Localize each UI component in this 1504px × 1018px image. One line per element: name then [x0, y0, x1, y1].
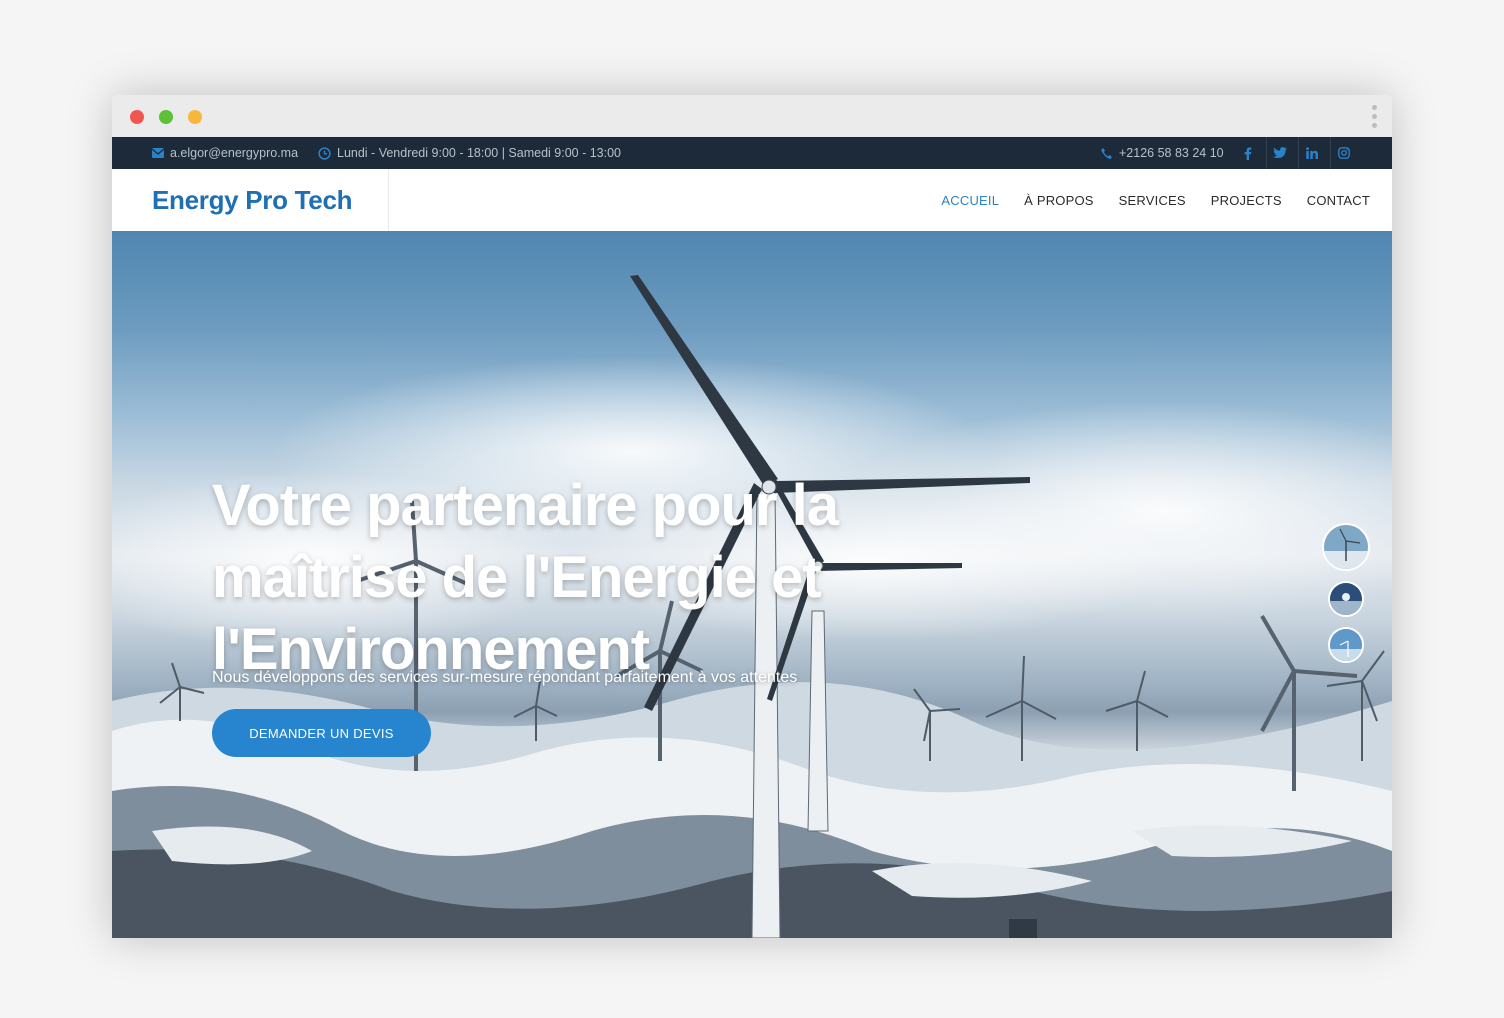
nav-item-projects[interactable]: PROJECTS	[1211, 193, 1282, 208]
brand-divider	[388, 169, 389, 231]
facebook-icon[interactable]	[1235, 137, 1266, 169]
browser-window: a.elgor@energypro.ma Lundi - Vendredi 9:…	[112, 95, 1392, 938]
kebab-menu-icon[interactable]	[1372, 105, 1378, 132]
hero-section: Votre partenaire pour la maîtrise de l'E…	[112, 231, 1392, 938]
twitter-icon[interactable]	[1266, 137, 1298, 169]
email-text: a.elgor@energypro.ma	[170, 146, 299, 160]
social-links	[1235, 137, 1362, 169]
envelope-icon	[152, 148, 164, 158]
request-quote-button[interactable]: DEMANDER UN DEVIS	[212, 709, 431, 757]
slide-thumbnail-3[interactable]	[1328, 627, 1364, 663]
brand-logo[interactable]: Energy Pro Tech	[152, 169, 352, 231]
hours-text: Lundi - Vendredi 9:00 - 18:00 | Samedi 9…	[337, 146, 621, 160]
nav-item-accueil[interactable]: ACCUEIL	[941, 193, 999, 208]
slide-thumbnail-2[interactable]	[1328, 581, 1364, 617]
hero-subtitle: Nous développons des services sur-mesure…	[212, 669, 798, 686]
slide-thumbnail-1[interactable]	[1322, 523, 1370, 571]
nav-item-a-propos[interactable]: À PROPOS	[1024, 193, 1094, 208]
linkedin-icon[interactable]	[1298, 137, 1330, 169]
maximize-window-button[interactable]	[188, 110, 202, 124]
clock-icon	[318, 146, 331, 160]
minimize-window-button[interactable]	[159, 110, 173, 124]
main-menu: ACCUEIL À PROPOS SERVICES PROJECTS CONTA…	[916, 169, 1370, 231]
close-window-button[interactable]	[130, 110, 144, 124]
nav-item-services[interactable]: SERVICES	[1119, 193, 1186, 208]
main-navbar: Energy Pro Tech ACCUEIL À PROPOS SERVICE…	[112, 169, 1392, 232]
contact-email[interactable]: a.elgor@energypro.ma	[152, 137, 298, 169]
phone-icon	[1101, 147, 1112, 159]
phone-text: +2126 58 83 24 10	[1119, 146, 1224, 160]
browser-chrome	[112, 95, 1392, 137]
contact-phone[interactable]: +2126 58 83 24 10	[1100, 137, 1224, 169]
nav-item-contact[interactable]: CONTACT	[1307, 193, 1370, 208]
top-info-bar: a.elgor@energypro.ma Lundi - Vendredi 9:…	[112, 137, 1392, 169]
instagram-icon[interactable]	[1330, 137, 1362, 169]
hero-title: Votre partenaire pour la maîtrise de l'E…	[212, 472, 839, 682]
opening-hours: Lundi - Vendredi 9:00 - 18:00 | Samedi 9…	[318, 137, 621, 169]
